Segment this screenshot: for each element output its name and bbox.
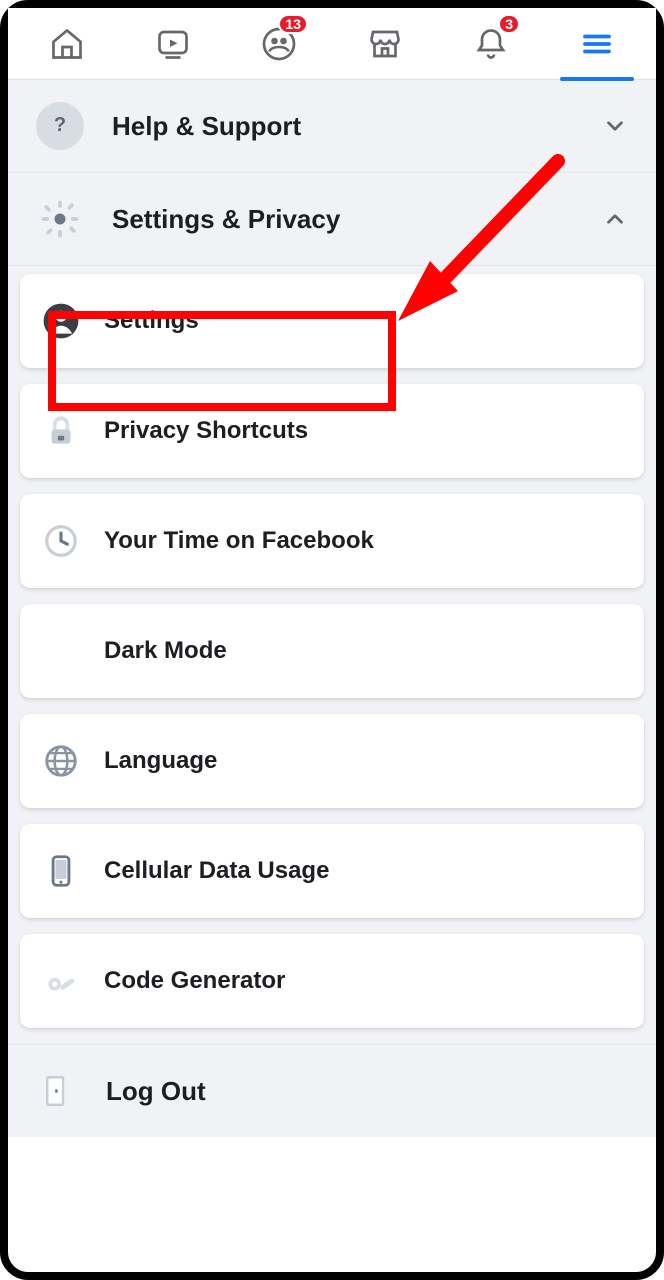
hamburger-icon [579,26,615,62]
home-icon [49,26,85,62]
clock-icon [42,522,80,560]
cellular-data-item[interactable]: Cellular Data Usage [20,824,644,918]
top-navigation: 13 3 [8,8,656,80]
language-label: Language [104,747,217,775]
dark-mode-label: Dark Mode [104,637,227,665]
logout-item[interactable]: Log Out [8,1044,656,1137]
menu-tab[interactable] [562,16,632,72]
globe-icon [42,742,80,780]
groups-badge: 13 [278,14,308,34]
privacy-shortcuts-item[interactable]: Privacy Shortcuts [20,384,644,478]
lock-icon [42,412,80,450]
settings-label: Settings [104,307,199,335]
phone-icon [42,852,80,890]
help-support-title: Help & Support [112,111,602,142]
moon-icon [42,632,80,670]
chevron-down-icon [602,113,628,139]
code-generator-item[interactable]: Code Generator [20,934,644,1028]
help-support-section[interactable]: ? Help & Support [8,80,656,173]
settings-item[interactable]: Settings [20,274,644,368]
settings-privacy-section[interactable]: Settings & Privacy [8,173,656,266]
watch-icon [155,26,191,62]
marketplace-icon [367,26,403,62]
home-tab[interactable] [32,16,102,72]
svg-text:?: ? [54,114,66,136]
dark-mode-item[interactable]: Dark Mode [20,604,644,698]
your-time-label: Your Time on Facebook [104,527,374,555]
notifications-tab[interactable]: 3 [456,16,526,72]
person-icon [42,302,80,340]
your-time-item[interactable]: Your Time on Facebook [20,494,644,588]
language-item[interactable]: Language [20,714,644,808]
key-icon [42,962,80,1000]
notifications-badge: 3 [498,14,520,34]
watch-tab[interactable] [138,16,208,72]
gear-icon [36,195,84,243]
groups-tab[interactable]: 13 [244,16,314,72]
chevron-up-icon [602,206,628,232]
logout-icon [36,1071,76,1111]
privacy-shortcuts-label: Privacy Shortcuts [104,417,308,445]
marketplace-tab[interactable] [350,16,420,72]
help-icon: ? [36,102,84,150]
settings-privacy-title: Settings & Privacy [112,204,602,235]
logout-label: Log Out [106,1076,206,1107]
code-generator-label: Code Generator [104,967,285,995]
cellular-label: Cellular Data Usage [104,857,329,885]
